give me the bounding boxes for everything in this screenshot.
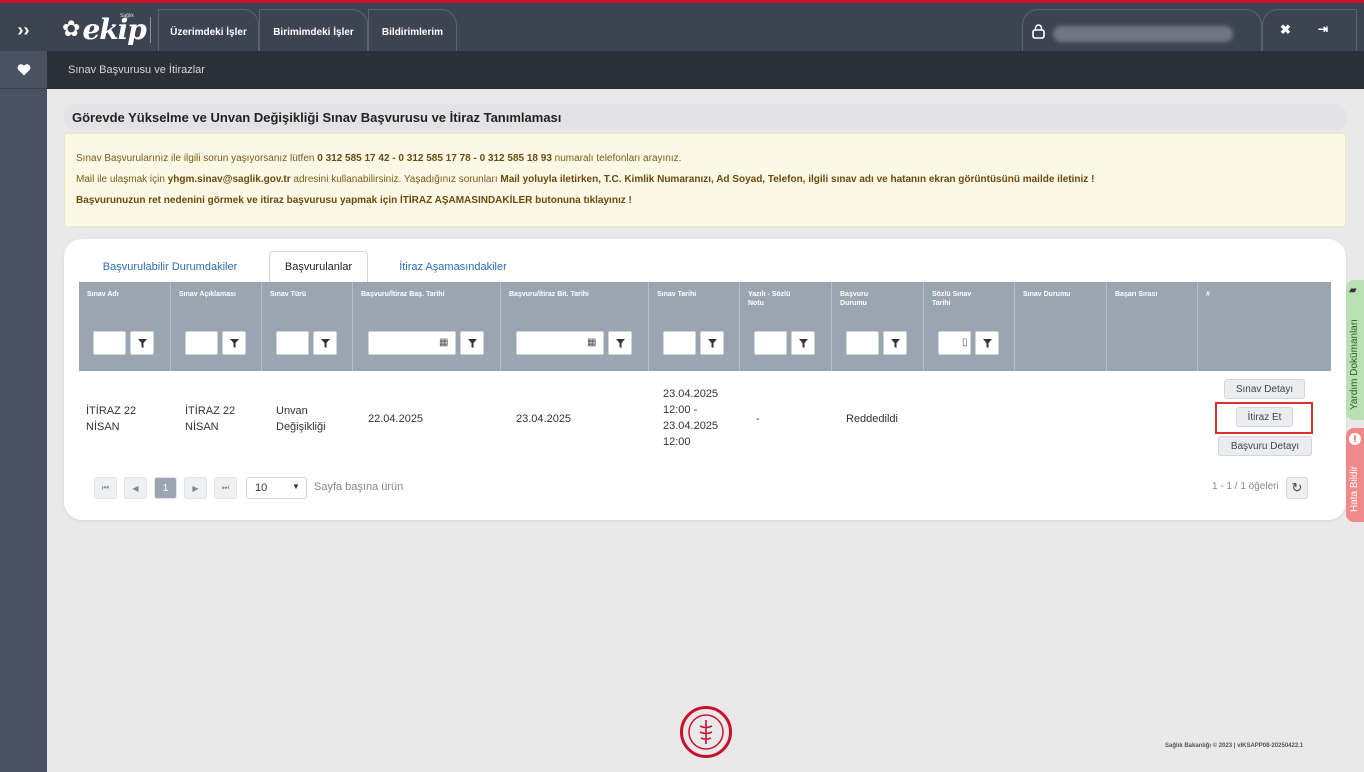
expand-sidebar-button[interactable]: ›› xyxy=(0,6,47,54)
logout-icon[interactable]: ⇥ xyxy=(1318,22,1328,36)
filter-input[interactable] xyxy=(846,331,879,355)
chevron-down-icon: ▼ xyxy=(292,482,300,491)
tab-basvurulanlar[interactable]: Başvurulanlar xyxy=(269,251,368,283)
cell-durum: Reddedildi xyxy=(846,413,898,425)
report-error-tab[interactable]: ! Hata Bildir xyxy=(1346,428,1364,522)
highlight-box xyxy=(1215,402,1313,434)
cell-sinav-adi: İTİRAZ 22 NİSAN xyxy=(86,405,137,433)
sidebar-health-icon[interactable] xyxy=(0,51,47,89)
filter-button[interactable] xyxy=(791,331,815,355)
page-title-bar: Görevde Yükselme ve Unvan Değişikliği Sı… xyxy=(64,104,1346,130)
column-yazili-sozlu-notu: Yazılı - Sözlü Notu xyxy=(740,282,832,371)
filter-icon xyxy=(890,338,900,348)
user-menu[interactable] xyxy=(1022,9,1262,54)
applications-card: Başvurulabilir Durumdakiler Başvurulanla… xyxy=(64,239,1346,520)
fullscreen-icon[interactable]: ✖ xyxy=(1280,22,1291,38)
filter-icon xyxy=(615,338,625,348)
footer-copyright: Sağlık Bakanlığı © 2023 | vIKSAPP08-2025… xyxy=(1165,743,1304,749)
column-sinav-adi: Sınav Adı xyxy=(79,282,171,371)
caduceus-icon xyxy=(688,714,724,750)
cell-not: - xyxy=(756,413,760,425)
lock-icon xyxy=(1032,24,1045,39)
logo-separator xyxy=(150,17,151,43)
cell-sinav-tarihi: 23.04.2025 12:00 - 23.04.2025 12:00 xyxy=(663,388,719,448)
filter-button[interactable] xyxy=(130,331,154,355)
heart-icon xyxy=(17,63,30,75)
column-basvuru-durumu: Başvuru Durumu xyxy=(832,282,924,371)
column-sinav-durumu: Sınav Durumu xyxy=(1015,282,1107,371)
filter-button[interactable] xyxy=(975,331,999,355)
user-name-redacted xyxy=(1053,26,1233,42)
filter-input[interactable] xyxy=(93,331,126,355)
cell-bit-tarihi: 23.04.2025 xyxy=(516,413,572,425)
tab-basvurulabilir[interactable]: Başvurulabilir Durumdakiler xyxy=(86,251,254,283)
first-page-button[interactable]: ⏮ xyxy=(94,477,117,499)
info-line-appeal: Başvurunuzun ret nedenini görmek ve itir… xyxy=(76,195,632,206)
page-number-button[interactable]: 1 xyxy=(154,477,177,499)
next-page-button[interactable]: ▶ xyxy=(184,477,207,499)
column-bas-tarihi: Başvuru/İtiraz Baş. Tarihi ▦ xyxy=(353,282,501,371)
cell-aciklama: İTİRAZ 22 NİSAN xyxy=(185,405,236,433)
filter-icon xyxy=(467,338,477,348)
pager-summary: 1 - 1 / 1 öğeleri xyxy=(1212,481,1279,492)
nav-tab-bildirimlerim[interactable]: Bildirimlerim xyxy=(368,9,457,54)
calendar-icon[interactable]: ▦ xyxy=(587,337,596,348)
filter-icon xyxy=(798,338,808,348)
filter-button[interactable] xyxy=(883,331,907,355)
cell-bas-tarihi: 22.04.2025 xyxy=(368,413,424,425)
filter-icon xyxy=(229,338,239,348)
filter-icon xyxy=(707,338,717,348)
prev-page-button[interactable]: ◀ xyxy=(124,477,147,499)
column-sinav-tarihi: Sınav Tarihi xyxy=(649,282,740,371)
page-size-select[interactable]: 10 ▼ xyxy=(246,477,307,499)
per-page-label: Sayfa başına ürün xyxy=(314,481,404,493)
filter-icon xyxy=(982,338,992,348)
top-navbar: ›› ✿ ekip Sağlık Üzerimdeki İşler Birimi… xyxy=(0,0,1364,54)
sidebar xyxy=(0,51,47,772)
column-basari-sirasi: Başarı Sırası xyxy=(1107,282,1198,371)
info-line-phone: Sınav Başvurularınız ile ilgili sorun ya… xyxy=(76,153,682,164)
info-line-mail: Mail ile ulaşmak için yhgm.sinav@saglik.… xyxy=(76,174,1095,185)
info-notice: Sınav Başvurularınız ile ilgili sorun ya… xyxy=(64,133,1346,227)
page-title: Görevde Yükselme ve Unvan Değişikliği Sı… xyxy=(72,110,562,125)
basvuru-detayi-button[interactable]: Başvuru Detayı xyxy=(1218,436,1312,456)
filter-icon xyxy=(137,338,147,348)
filter-button[interactable] xyxy=(313,331,337,355)
column-sinav-aciklamasi: Sınav Açıklaması xyxy=(171,282,262,371)
tab-itiraz-asamasindakiler[interactable]: İtiraz Aşamasındakiler xyxy=(382,251,524,283)
filter-input[interactable] xyxy=(185,331,218,355)
breadcrumb: Sınav Başvurusu ve İtirazlar xyxy=(68,64,205,76)
filter-button[interactable] xyxy=(222,331,246,355)
filter-input[interactable] xyxy=(276,331,309,355)
book-icon: ▰ xyxy=(1349,285,1357,296)
refresh-icon: ↻ xyxy=(1291,480,1303,495)
column-bit-tarihi: Başvuru/İtiraz Bit. Tarihi ▦ xyxy=(501,282,649,371)
table-header: Sınav Adı Sınav Açıklaması Sınav Türü Ba… xyxy=(79,282,1331,371)
column-sinav-turu: Sınav Türü xyxy=(262,282,353,371)
calendar-icon[interactable]: ▦ xyxy=(439,337,448,348)
ministry-emblem-logo xyxy=(680,706,732,758)
filter-button[interactable] xyxy=(608,331,632,355)
logo-flower-icon: ✿ xyxy=(62,16,81,41)
filter-input[interactable] xyxy=(754,331,787,355)
nav-tab-uzerimdeki[interactable]: Üzerimdeki İşler xyxy=(158,9,259,54)
filter-button[interactable] xyxy=(460,331,484,355)
refresh-button[interactable]: ↻ xyxy=(1286,477,1308,499)
last-page-button[interactable]: ⏭ xyxy=(214,477,237,499)
breadcrumb-bar: Sınav Başvurusu ve İtirazlar xyxy=(47,51,1364,89)
help-docs-tab[interactable]: ▰ Yardım Dokümanları xyxy=(1346,280,1364,420)
filter-input[interactable] xyxy=(663,331,696,355)
sinav-detayi-button[interactable]: Sınav Detayı xyxy=(1224,379,1305,399)
column-sozlu-sinav-tarihi: Sözlü Sınav Tarihi ▯ xyxy=(924,282,1015,371)
calendar-icon[interactable]: ▯ xyxy=(962,337,968,348)
ekip-logo[interactable]: ✿ ekip Sağlık xyxy=(62,11,147,47)
alert-icon: ! xyxy=(1349,433,1361,445)
cell-tur: Unvan Değişikliği xyxy=(276,405,326,433)
column-actions: # xyxy=(1206,291,1210,298)
filter-icon xyxy=(320,338,330,348)
nav-tab-birimimdeki[interactable]: Birimimdeki İşler xyxy=(259,9,368,54)
filter-button[interactable] xyxy=(700,331,724,355)
header-actions: ✖ ⇥ xyxy=(1262,9,1357,54)
